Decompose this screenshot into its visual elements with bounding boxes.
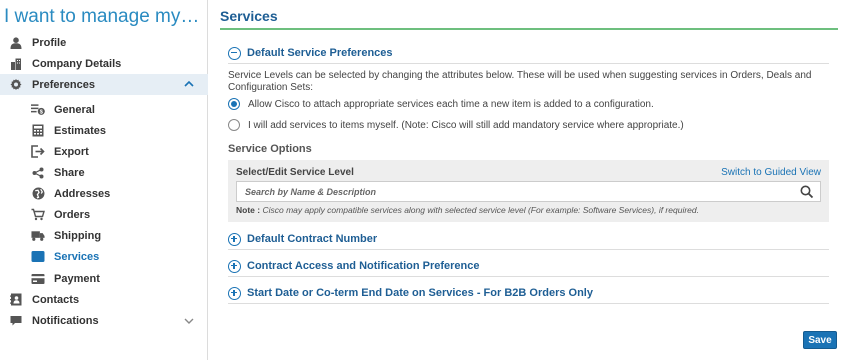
person-icon — [10, 36, 22, 49]
search-box[interactable] — [236, 181, 821, 202]
sidebar-item-label: Company Details — [32, 57, 122, 70]
sidebar-item-label: Preferences — [32, 78, 95, 91]
sidebar-subitem-label: Services — [54, 250, 100, 263]
building-icon — [10, 58, 22, 70]
radio-option-auto-attach[interactable]: Allow Cisco to attach appropriate servic… — [228, 96, 654, 112]
contacts-icon — [10, 293, 22, 306]
sidebar-subitem-share[interactable]: Share — [0, 162, 208, 183]
preferences-description: Service Levels can be selected by changi… — [228, 70, 812, 93]
sidebar-item-contacts[interactable]: Contacts — [0, 289, 208, 310]
service-options-panel: Select/Edit Service Level Switch to Guid… — [228, 160, 829, 222]
chevron-up-icon[interactable] — [184, 78, 194, 93]
cart-icon — [31, 208, 45, 222]
save-button[interactable]: Save — [803, 331, 837, 349]
sidebar-item-company-details[interactable]: Company Details — [0, 53, 208, 74]
service-options-title: Service Options — [228, 143, 312, 155]
note-label: Note : — [236, 205, 261, 215]
expand-icon[interactable] — [228, 259, 241, 273]
radio-label: I will add services to items myself. (No… — [248, 119, 684, 131]
sidebar-subitem-label: General — [54, 103, 95, 116]
sidebar-subitem-payment[interactable]: Payment — [0, 268, 208, 289]
sidebar-subitem-label: Share — [54, 166, 85, 179]
section-heading: Default Service Preferences — [247, 47, 393, 59]
gear-icon — [10, 79, 22, 91]
search-input[interactable] — [245, 185, 785, 199]
radio-button[interactable] — [228, 119, 240, 131]
sidebar-subitem-label: Orders — [54, 208, 91, 221]
globe-icon — [31, 187, 45, 201]
note-text: Cisco may apply compatible services alon… — [262, 205, 699, 215]
share-icon — [31, 166, 45, 180]
sidebar-item-preferences[interactable]: Preferences — [0, 74, 208, 95]
expand-icon[interactable] — [228, 286, 241, 300]
expand-icon[interactable] — [228, 232, 241, 246]
sidebar-subitem-label: Export — [54, 145, 89, 158]
card-icon — [31, 272, 45, 286]
sidebar-subitem-orders[interactable]: Orders — [0, 204, 208, 225]
chevron-down-icon[interactable] — [184, 315, 194, 330]
section-default-contract-number[interactable]: Default Contract Number — [228, 229, 377, 249]
radio-button[interactable] — [228, 98, 240, 110]
divider — [228, 249, 829, 250]
sidebar-item-label: Notifications — [32, 314, 99, 327]
main-content: Services Default Service Preferences Ser… — [220, 0, 838, 360]
radio-label: Allow Cisco to attach appropriate servic… — [248, 98, 654, 110]
service-level-label: Select/Edit Service Level — [236, 167, 354, 178]
search-icon[interactable] — [800, 185, 814, 202]
sidebar-subitem-services[interactable]: Services — [0, 246, 208, 267]
divider — [228, 276, 829, 277]
radio-option-manual[interactable]: I will add services to items myself. (No… — [228, 117, 684, 133]
sidebar-subitem-label: Estimates — [54, 124, 106, 137]
sidebar-subitem-shipping[interactable]: Shipping — [0, 225, 208, 246]
section-contract-access[interactable]: Contract Access and Notification Prefere… — [228, 256, 480, 276]
divider — [228, 63, 829, 64]
export-icon — [31, 145, 45, 159]
chat-icon — [10, 315, 22, 327]
sidebar-subitem-export[interactable]: Export — [0, 141, 208, 162]
service-note: Note : Cisco may apply compatible servic… — [236, 205, 699, 215]
sidebar-subitem-label: Addresses — [54, 187, 111, 200]
guided-view-link[interactable]: Switch to Guided View — [721, 167, 821, 178]
section-heading: Contract Access and Notification Prefere… — [247, 260, 480, 272]
calculator-icon — [31, 124, 45, 138]
collapse-icon[interactable] — [228, 46, 241, 60]
sidebar-item-notifications[interactable]: Notifications — [0, 310, 208, 331]
page-title: Services — [220, 8, 278, 24]
sidebar-subitem-addresses[interactable]: Addresses — [0, 183, 208, 204]
sidebar: I want to manage my… Profile Company Det… — [0, 0, 208, 360]
sidebar-item-label: Contacts — [32, 293, 80, 306]
sidebar-title: I want to manage my… — [4, 6, 200, 27]
sidebar-item-label: Profile — [32, 36, 67, 49]
sidebar-subitem-label: Shipping — [54, 229, 102, 242]
title-divider — [220, 28, 838, 30]
section-heading: Default Contract Number — [247, 233, 378, 245]
section-default-service-preferences[interactable]: Default Service Preferences — [228, 43, 393, 63]
section-heading: Start Date or Co-term End Date on Servic… — [247, 287, 593, 299]
truck-icon — [31, 229, 45, 243]
sidebar-subitem-estimates[interactable]: Estimates — [0, 120, 208, 141]
sidebar-subitem-general[interactable]: $ General — [0, 99, 208, 120]
divider — [228, 303, 829, 304]
section-start-date[interactable]: Start Date or Co-term End Date on Servic… — [228, 283, 593, 303]
services-icon — [31, 250, 45, 264]
sidebar-subitem-label: Payment — [54, 272, 100, 285]
sidebar-item-profile[interactable]: Profile — [0, 32, 208, 53]
general-icon: $ — [31, 103, 45, 117]
